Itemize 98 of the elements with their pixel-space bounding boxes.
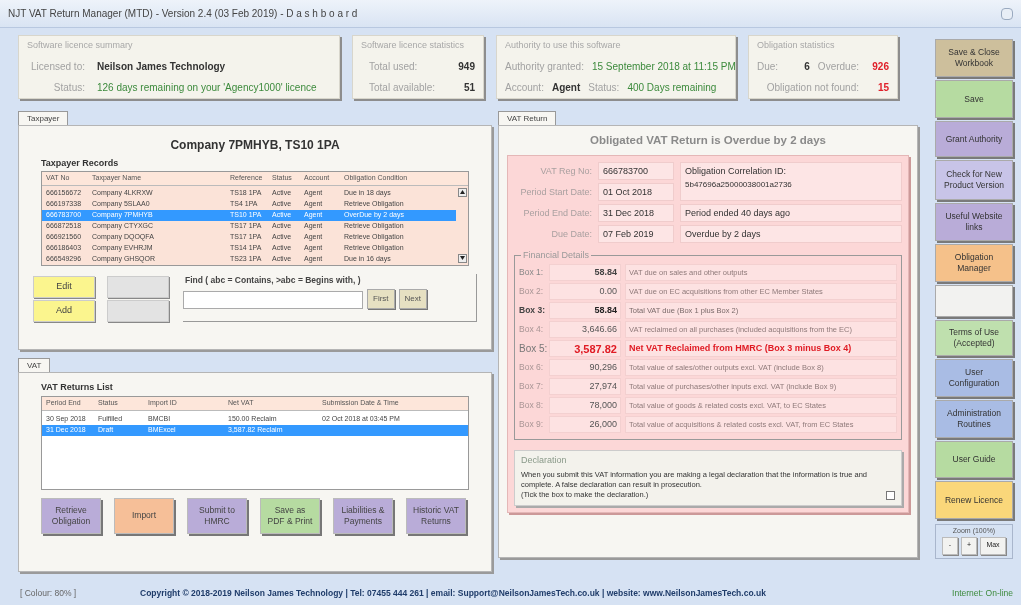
sidebar-button[interactable]: Administration Routines (935, 400, 1013, 438)
find-label: Find ( abc = Contains, >abc = Begins with, ) (185, 273, 362, 287)
box-value: 58.84 (549, 302, 621, 320)
action-button[interactable]: Save as PDF & Print (260, 497, 320, 534)
box-label: Box 7: (519, 380, 545, 394)
correlation-id: 5b47696a25000038001a2736 (685, 178, 793, 191)
find-button[interactable]: First (367, 289, 395, 310)
card-title: Authority to use this software (505, 39, 622, 52)
field-label: Due: (757, 59, 779, 74)
find-field[interactable] (183, 291, 363, 310)
field-value: 51 (463, 80, 475, 95)
action-button[interactable]: Liabilities & Payments (333, 497, 393, 534)
scrollbar[interactable] (456, 185, 468, 265)
action-button[interactable]: Retrieve Obligation (41, 497, 101, 534)
box-label: Box 8: (519, 399, 545, 413)
field-label: Authority granted: (505, 59, 584, 74)
sidebar-button[interactable]: Check for New Product Version (935, 160, 1013, 200)
blank-button[interactable] (935, 285, 1013, 317)
box-value: 58.84 (549, 264, 621, 282)
box-value: 90,296 (549, 359, 621, 377)
section-title: Taxpayer Records (41, 157, 119, 170)
sidebar-button[interactable]: Save & Close Workbook (935, 39, 1013, 77)
sidebar-button[interactable]: Useful Website links (935, 203, 1013, 241)
card-title: Software licence statistics (361, 39, 466, 52)
box-label: Box 6: (519, 361, 545, 375)
box-label: Box 1: (519, 266, 545, 280)
field-label: Account: (505, 80, 544, 95)
scroll-down-icon[interactable] (457, 253, 467, 263)
field-label: Licensed to: (30, 59, 85, 74)
field-label: Status: (52, 80, 85, 95)
box-label: Box 4: (519, 323, 545, 337)
sidebar-button[interactable]: Save (935, 80, 1013, 118)
blank-button[interactable] (107, 299, 169, 322)
field-value: 01 Oct 2018 (598, 183, 674, 202)
field-value: 666783700 (598, 162, 674, 181)
field-value: 15 (876, 80, 889, 95)
field-label: Period End Date: (522, 206, 592, 220)
box-value: 26,000 (549, 416, 621, 434)
sidebar-button[interactable]: Terms of Use (Accepted) (935, 320, 1013, 356)
field-value: 926 (871, 59, 889, 74)
box-value: 27,974 (549, 378, 621, 396)
blank-button[interactable] (107, 275, 169, 298)
box-value: 78,000 (549, 397, 621, 415)
section-title: VAT Returns List (41, 381, 113, 394)
field-value: 07 Feb 2019 (598, 225, 674, 244)
field-label: Total used: (369, 59, 418, 74)
tab[interactable]: Taxpayer (18, 111, 69, 125)
sidebar-button[interactable]: Grant Authority (935, 121, 1013, 157)
connection-status: Internet: On-line (952, 586, 1013, 600)
field-label: Status: (588, 80, 620, 95)
field-label: VAT Reg No: (539, 164, 592, 178)
field-value: 6 (804, 59, 810, 74)
find-button[interactable]: Next (398, 289, 427, 310)
field-value: 126 days remaining on your 'Agency1000' licence (97, 80, 317, 95)
window-title: NJT VAT Return Manager (MTD) - Version 2.4 (03 Feb 2019) - D a s h b o a r d (8, 7, 358, 21)
box-label: Box 5: (519, 342, 545, 357)
box-label: Box 2: (519, 285, 545, 299)
field-label: Overdue: (817, 59, 859, 74)
field-value: 31 Dec 2018 (598, 204, 674, 223)
action-button[interactable]: Submit to HMRC (187, 497, 247, 534)
field-label: Total available: (369, 80, 436, 95)
field-value: Agent (551, 80, 581, 95)
action-button[interactable]: Historic VAT Returns (406, 497, 466, 534)
sidebar-button[interactable]: Renew Licence (935, 481, 1013, 519)
box-label: Box 9: (519, 418, 545, 432)
add-button[interactable]: Add (33, 299, 95, 322)
card-title: Software licence summary (27, 39, 134, 52)
sidebar-button[interactable]: Obligation Manager (935, 244, 1013, 282)
field-value: 400 Days remaining (627, 80, 717, 95)
box-description: Net VAT Reclaimed from HMRC (Box 3 minus Box 4) (625, 340, 897, 358)
field-value: Neilson James Technology (97, 59, 226, 74)
field-label: Due Date: (550, 227, 592, 241)
box-value: 3,587.82 (549, 340, 621, 358)
colour-indicator: [ Colour: 80% ] (20, 586, 78, 600)
box-value: 3,646.66 (549, 321, 621, 339)
window-control-icon[interactable] (1001, 7, 1013, 20)
action-button[interactable]: Import (114, 497, 174, 534)
company-heading: Company 7PMHYB, TS10 1PA (169, 137, 341, 154)
field-value: 15 September 2018 at 11:15 PM (591, 59, 736, 74)
tab[interactable]: VAT Return (498, 111, 557, 125)
due-note: Overdue by 2 days (680, 225, 902, 244)
frame-title: Declaration (521, 454, 568, 468)
period-note: Period ended 40 days ago (680, 204, 902, 223)
sidebar-button[interactable]: User Guide (935, 441, 1013, 478)
copyright-text: Copyright © 2018-2019 Neilson James Technology | Tel: 07455 444 261 | email: Support@NeilsonJamesTech.co.uk | website: www.NeilsonJamesTech.co.uk (140, 586, 766, 600)
field-label: Obligation Correlation ID: (685, 165, 788, 179)
scroll-up-icon[interactable] (457, 187, 467, 197)
field-label: Period Start Date: (519, 185, 592, 199)
card-title: Obligation statistics (757, 39, 836, 52)
edit-button[interactable]: Edit (33, 275, 95, 298)
field-value: 949 (458, 59, 475, 74)
box-value: 0.00 (549, 283, 621, 301)
field-label: Obligation not found: (766, 80, 859, 95)
box-label: Box 3: (519, 304, 545, 318)
return-heading: Obligated VAT Return is Overdue by 2 days (589, 133, 827, 148)
sidebar-button[interactable]: User Configuration (935, 359, 1013, 397)
declaration-checkbox[interactable] (886, 490, 895, 500)
tab[interactable]: VAT (18, 358, 51, 372)
